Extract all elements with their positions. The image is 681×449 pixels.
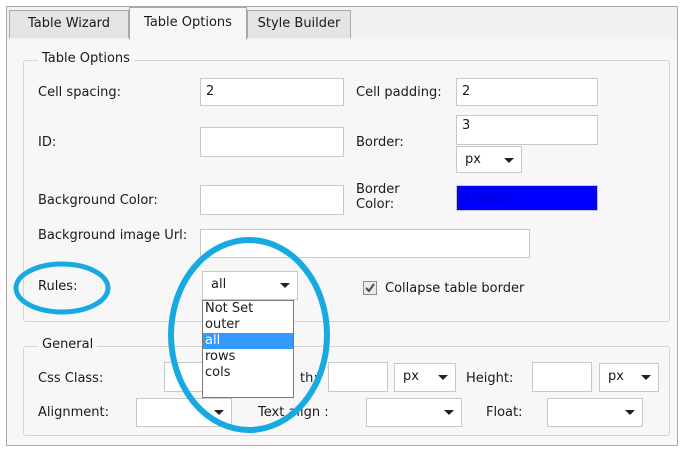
id-label: ID: (38, 135, 57, 150)
rules-dropdown-list: Not Set outer all rows cols (202, 300, 294, 398)
css-class-label: Css Class: (38, 371, 104, 386)
background-image-label: Background image Url: (38, 228, 188, 243)
text-align-select[interactable] (366, 398, 462, 427)
checkmark-icon (365, 283, 375, 293)
tab-table-wizard[interactable]: Table Wizard (9, 10, 129, 38)
border-label: Border: (356, 135, 404, 150)
background-image-input[interactable] (200, 229, 530, 258)
height-unit-select[interactable]: px (599, 363, 659, 392)
width-input[interactable] (328, 362, 388, 392)
chevron-down-icon (280, 283, 290, 288)
rules-option[interactable]: rows (203, 349, 293, 365)
chevron-down-icon (438, 375, 448, 380)
alignment-label: Alignment: (38, 405, 109, 420)
rules-option[interactable]: outer (203, 317, 293, 333)
background-color-label: Background Color: (38, 193, 158, 208)
rules-select[interactable]: all (202, 271, 298, 300)
border-unit-select[interactable]: px (456, 146, 522, 173)
table-options-legend: Table Options (38, 51, 134, 66)
chevron-down-icon (444, 410, 454, 415)
collapse-border-label: Collapse table border (385, 281, 525, 296)
id-input[interactable] (200, 127, 344, 157)
width-label: th: (300, 371, 318, 386)
chevron-down-icon (504, 158, 514, 163)
rules-option[interactable]: cols (203, 365, 293, 381)
collapse-border-checkbox[interactable] (363, 281, 377, 295)
background-color-input[interactable] (200, 185, 344, 215)
height-unit-value: px (608, 369, 624, 384)
border-unit-value: px (465, 152, 481, 167)
rules-label: Rules: (38, 279, 78, 294)
cell-spacing-label: Cell spacing: (38, 85, 122, 100)
float-select[interactable] (547, 398, 643, 427)
rules-option[interactable]: Not Set (203, 301, 293, 317)
height-label: Height: (466, 371, 514, 386)
border-color-input[interactable]: #0000FF (456, 185, 598, 211)
width-unit-select[interactable]: px (394, 363, 456, 392)
float-label: Float: (486, 405, 523, 420)
chevron-down-icon (214, 410, 224, 415)
cell-padding-input[interactable]: 2 (456, 78, 598, 106)
chevron-down-icon (641, 375, 651, 380)
text-align-label: Text align : (258, 405, 329, 420)
cell-spacing-input[interactable]: 2 (200, 78, 344, 106)
height-input[interactable] (532, 362, 592, 392)
border-input[interactable]: 3 (456, 115, 598, 145)
tab-table-options[interactable]: Table Options (129, 7, 247, 40)
rules-select-value: all (211, 277, 227, 292)
rules-option-selected[interactable]: all (203, 333, 293, 349)
cell-padding-label: Cell padding: (356, 85, 442, 100)
chevron-down-icon (625, 410, 635, 415)
tab-style-builder[interactable]: Style Builder (247, 10, 351, 38)
width-unit-value: px (403, 369, 419, 384)
css-class-input[interactable] (164, 362, 204, 392)
alignment-select[interactable] (136, 398, 232, 427)
general-legend: General (38, 337, 98, 352)
border-color-label: Border Color: (356, 182, 400, 212)
